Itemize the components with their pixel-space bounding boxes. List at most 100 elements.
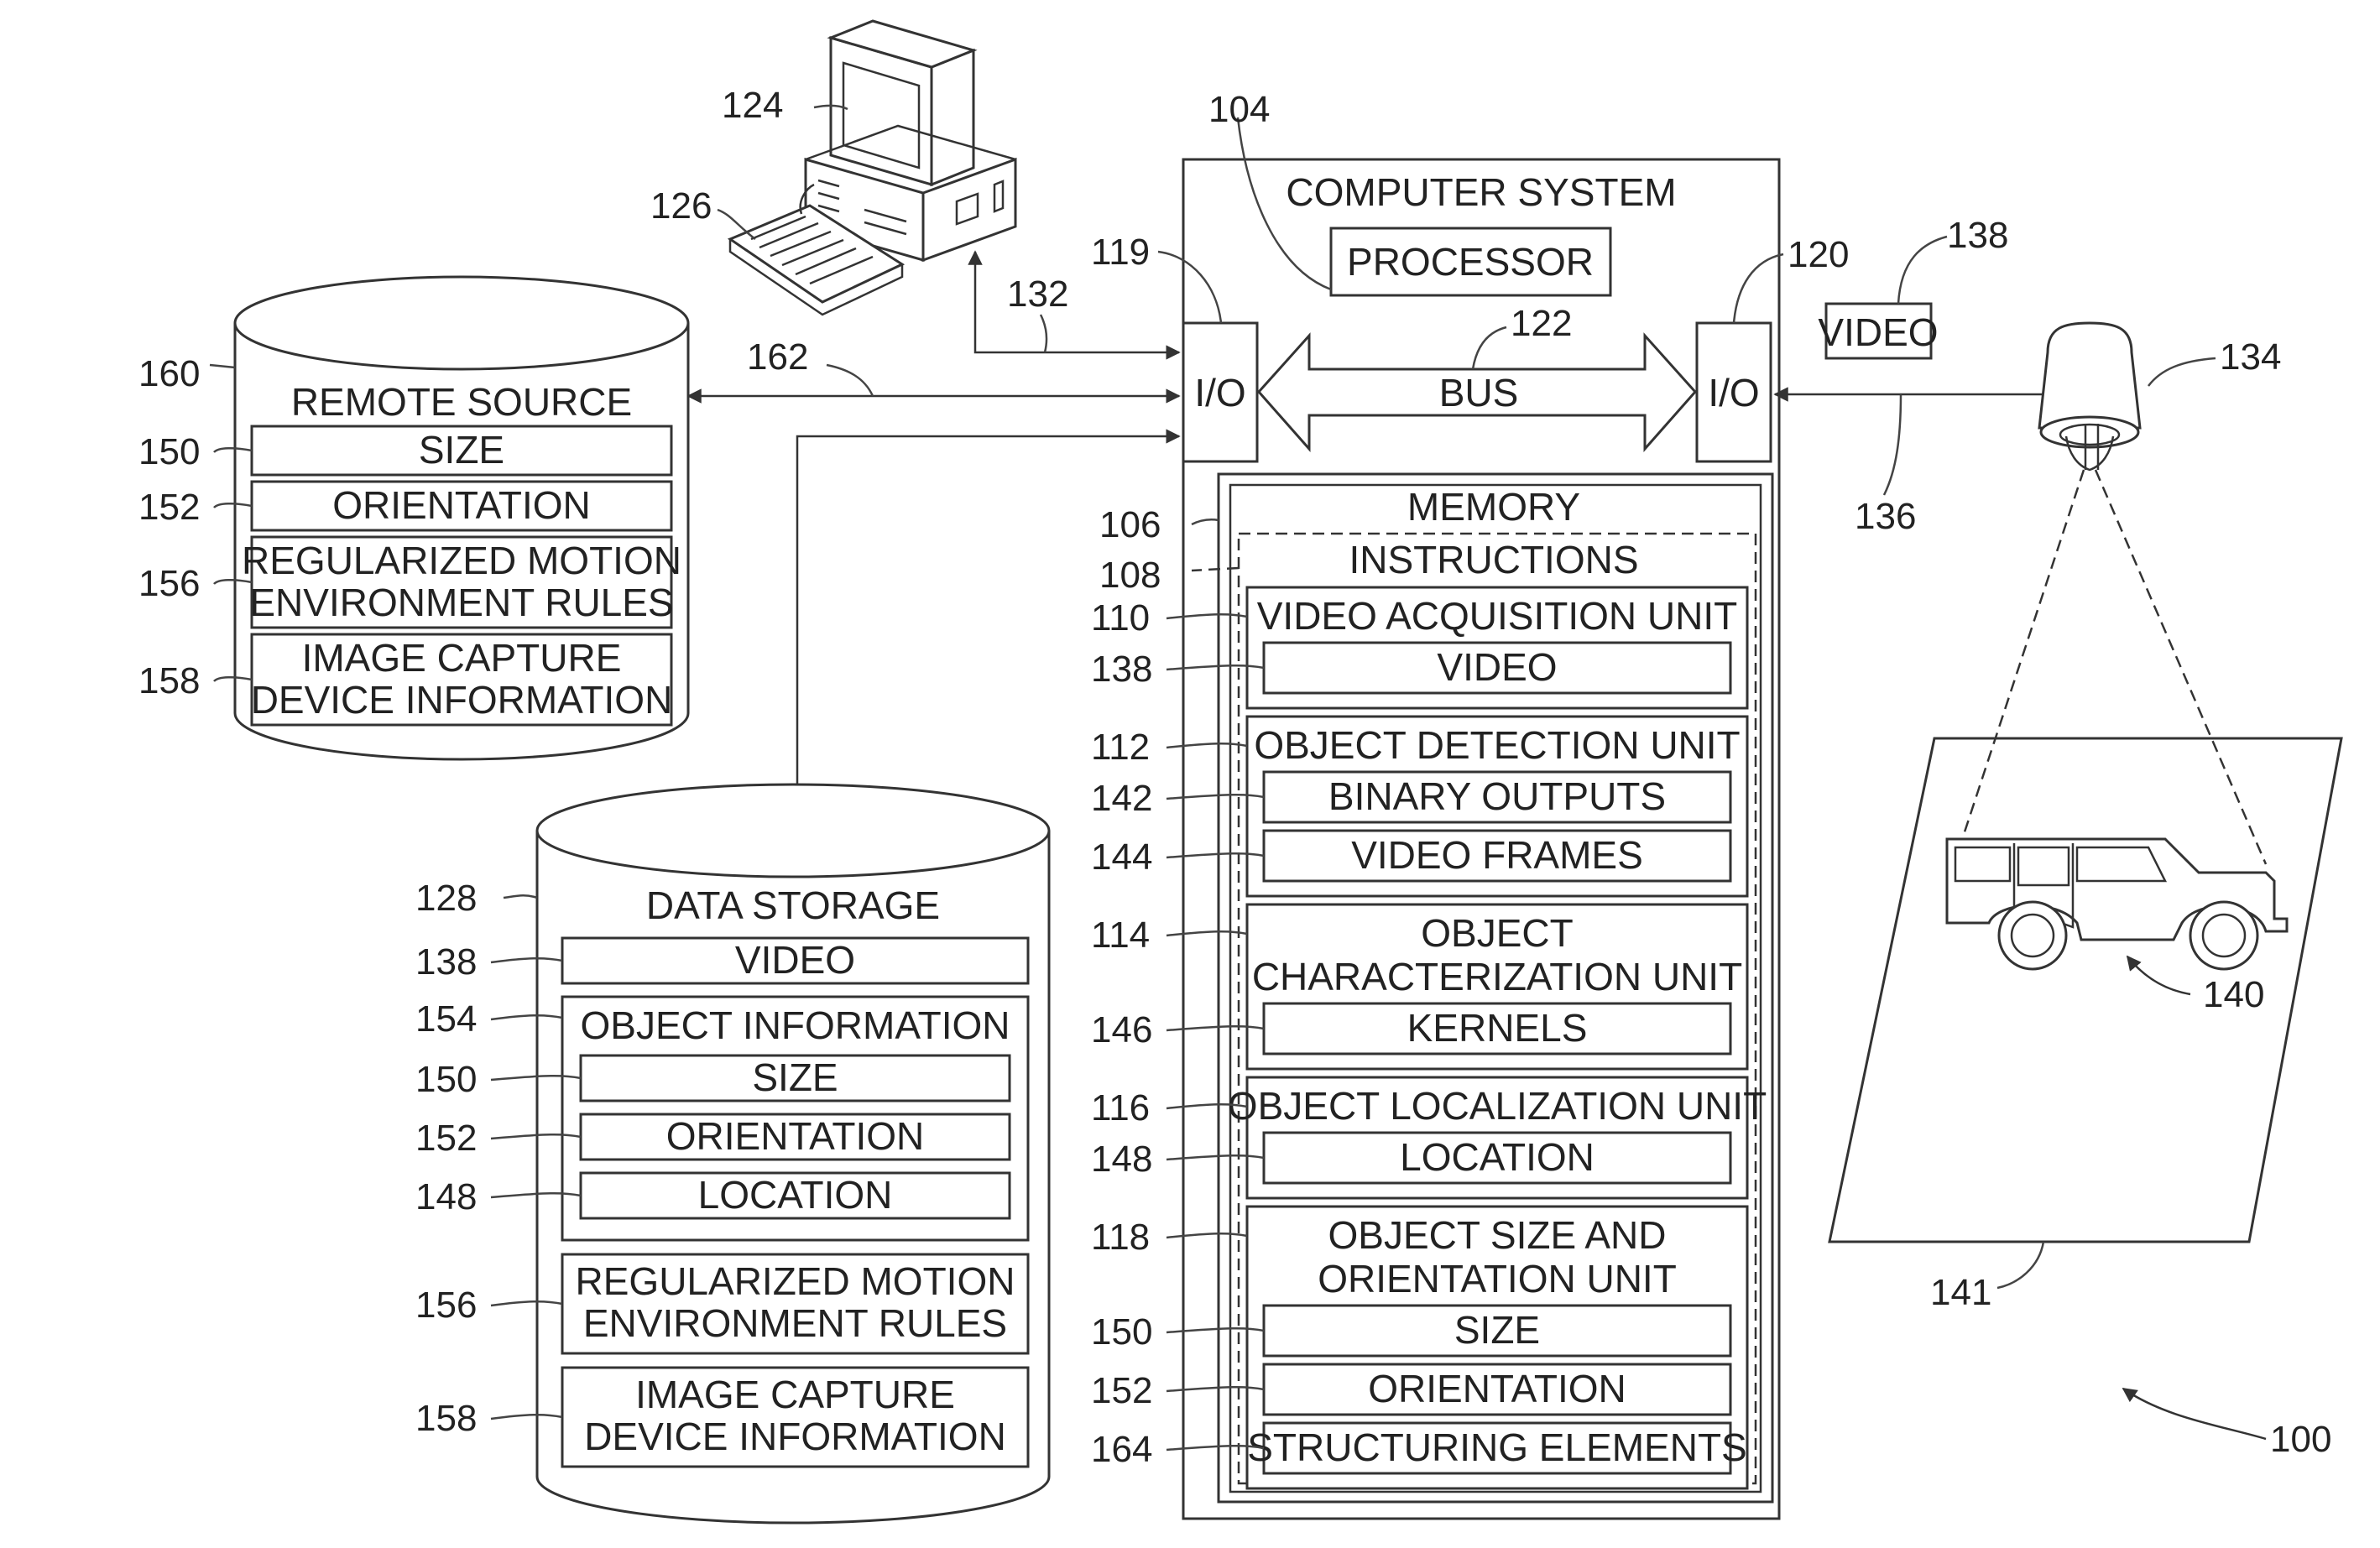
data-storage-device-info-ref: 158: [415, 1398, 477, 1439]
camera-video-ref: 138: [1947, 215, 2008, 256]
workstation-link-ref: 132: [1007, 274, 1068, 315]
data-storage-top: [535, 783, 1051, 878]
remote-source-item: REGULARIZED MOTIONENVIRONMENT RULES 156: [138, 535, 681, 629]
unit-ref: 114: [1091, 915, 1150, 956]
remote-source: REMOTE SOURCE 160 SIZE 150 ORIENTATION 152 R…: [138, 275, 1181, 761]
camera-leader: [2148, 357, 2216, 387]
unit-item-label: SIZE: [1454, 1308, 1540, 1352]
camera-video-leader: [1897, 235, 1948, 305]
object-information-item: ORIENTATION 152: [415, 1113, 1011, 1161]
camera-fov-right: [2094, 469, 2268, 865]
remote-source-item-label: ORIENTATION: [332, 483, 591, 527]
unit-title: OBJECT DETECTION UNIT: [1254, 723, 1740, 767]
remote-source-items: SIZE 150 ORIENTATION 152 REGULARIZED MOTIONE…: [138, 425, 681, 727]
remote-source-item: SIZE 150: [138, 425, 673, 477]
object-information-item: LOCATION 148: [415, 1171, 1011, 1220]
object-information-item-ref: 152: [415, 1118, 477, 1159]
bus-ref: 122: [1511, 303, 1572, 344]
camera-fov-left: [1954, 469, 2085, 861]
remote-source-item-label: ENVIRONMENT RULES: [249, 581, 673, 624]
unit-item-label: ORIENTATION: [1368, 1367, 1626, 1410]
remote-source-leader: [209, 363, 236, 369]
data-storage-title: DATA STORAGE: [646, 883, 940, 927]
figure-ref: 100: [2270, 1419, 2331, 1460]
data-storage-rules-label: REGULARIZED MOTION: [576, 1259, 1015, 1303]
processor-label: PROCESSOR: [1347, 240, 1594, 284]
instructions-label: INSTRUCTIONS: [1349, 538, 1639, 581]
data-storage-device-info-label: IMAGE CAPTURE: [635, 1373, 955, 1416]
unit-title: ORIENTATION UNIT: [1318, 1257, 1677, 1300]
camera: VIDEO 138 134 136: [1773, 215, 2281, 865]
scene-leader: [1996, 1241, 2045, 1290]
data-storage-rules-label: ENVIRONMENT RULES: [583, 1301, 1007, 1345]
object-information-item: SIZE 150: [415, 1054, 1011, 1102]
remote-source-top: [233, 275, 690, 371]
camera-video-label: VIDEO: [1818, 310, 1938, 354]
memory-label: MEMORY: [1407, 485, 1580, 529]
unit-title: OBJECT SIZE AND: [1328, 1213, 1666, 1257]
unit-item-ref: 164: [1091, 1429, 1152, 1470]
monitor-ref: 124: [722, 85, 783, 126]
unit-item-label: KERNELS: [1407, 1006, 1588, 1050]
object-information-label: OBJECT INFORMATION: [581, 1003, 1010, 1047]
unit-item-label: LOCATION: [1400, 1135, 1594, 1179]
data-storage-video: VIDEO 138: [415, 936, 1030, 985]
unit-item-label: VIDEO: [1437, 645, 1557, 689]
unit-ref: 116: [1091, 1087, 1150, 1128]
data-storage-rules: REGULARIZED MOTIONENVIRONMENT RULES 156: [415, 1253, 1030, 1355]
patent-figure: COMPUTER SYSTEM PROCESSOR 104 I/O 119 I/…: [138, 19, 2343, 1525]
unit-item-ref: 138: [1091, 649, 1152, 690]
unit-item-ref: 152: [1091, 1370, 1152, 1411]
unit-item-ref: 142: [1091, 778, 1152, 819]
unit-title: OBJECT: [1421, 911, 1573, 955]
vehicle-leader: [2126, 955, 2191, 996]
vehicle-ref: 140: [2203, 974, 2264, 1015]
remote-source-item-label: DEVICE INFORMATION: [251, 678, 673, 722]
object-information-item-ref: 148: [415, 1176, 477, 1217]
unit-title: VIDEO ACQUISITION UNIT: [1257, 594, 1738, 638]
remote-source-item-ref: 150: [138, 431, 200, 472]
unit-title: CHARACTERIZATION UNIT: [1252, 955, 1742, 998]
computer-system-title: COMPUTER SYSTEM: [1286, 170, 1676, 214]
remote-source-link-leader: [826, 363, 874, 397]
camera-dome-icon: [2038, 321, 2142, 472]
remote-source-link-ref: 162: [747, 336, 808, 378]
camera-ref: 134: [2220, 336, 2281, 378]
workstation-link-leader: [1039, 314, 1048, 353]
unit-item-ref: 144: [1091, 837, 1152, 878]
unit-ref: 112: [1091, 727, 1150, 768]
remote-source-item-ref: 158: [138, 660, 200, 701]
remote-source-item-label: REGULARIZED MOTION: [242, 539, 681, 582]
data-storage-device-info-label: DEVICE INFORMATION: [584, 1415, 1006, 1458]
workstation: 124 126 132: [650, 19, 1181, 360]
data-storage-ref: 128: [415, 878, 477, 919]
data-storage-video-label: VIDEO: [735, 938, 855, 982]
io-left-ref: 119: [1091, 232, 1150, 273]
vehicle-icon: [1945, 837, 2289, 971]
data-storage-rules-ref: 156: [415, 1285, 477, 1326]
remote-source-ref: 160: [138, 353, 200, 394]
unit-item-label: STRUCTURING ELEMENTS: [1247, 1426, 1746, 1469]
object-information-item-label: LOCATION: [698, 1173, 893, 1217]
unit-ref: 110: [1091, 597, 1150, 638]
data-storage-device-info: IMAGE CAPTUREDEVICE INFORMATION 158: [415, 1366, 1030, 1468]
data-storage-leader: [503, 894, 538, 899]
object-information-item-label: SIZE: [752, 1055, 838, 1099]
memory-ref: 106: [1099, 504, 1161, 545]
unit-title: OBJECT LOCALIZATION UNIT: [1228, 1084, 1767, 1128]
processor-ref: 104: [1208, 89, 1270, 130]
camera-link-ref: 136: [1855, 496, 1916, 537]
unit-item-ref: 150: [1091, 1311, 1152, 1353]
unit-item-ref: 146: [1091, 1009, 1152, 1050]
data-storage-items: VIDEO 138 OBJECT INFORMATION 154 SIZE 150 ORIE…: [415, 936, 1030, 1468]
figure-leader: [2122, 1387, 2267, 1441]
keyboard-ref: 126: [650, 185, 712, 227]
bus-label: BUS: [1439, 371, 1519, 414]
remote-source-item-label: SIZE: [419, 428, 504, 472]
unit-item-label: BINARY OUTPUTS: [1328, 774, 1666, 818]
io-right-ref: 120: [1788, 234, 1849, 275]
io-right-label: I/O: [1708, 371, 1759, 414]
remote-source-item: ORIENTATION 152: [138, 480, 673, 532]
io-left-label: I/O: [1194, 371, 1245, 414]
object-information-item-ref: 150: [415, 1059, 477, 1100]
